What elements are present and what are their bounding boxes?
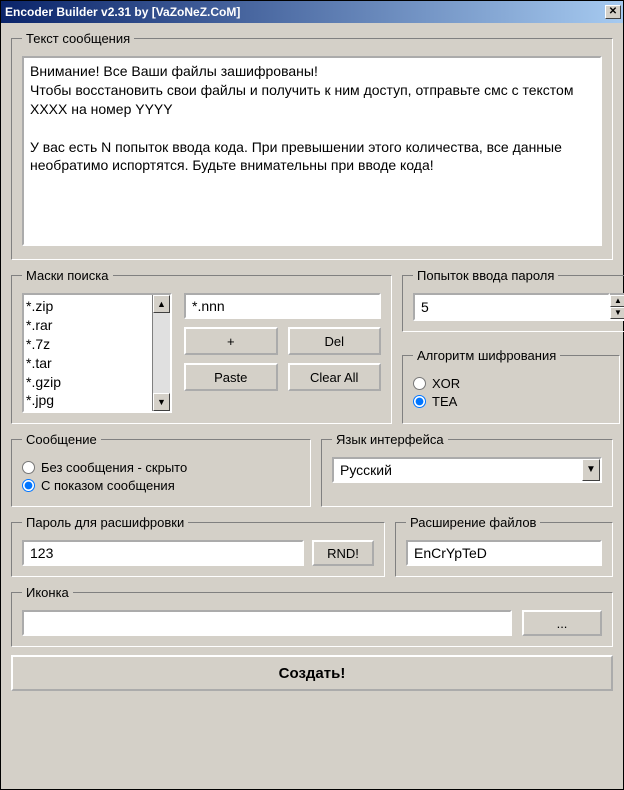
spin-down-icon[interactable]: ▼ [610, 307, 624, 319]
row-msgmode-lang: Сообщение Без сообщения - скрыто С показ… [11, 432, 613, 515]
window-title: Encoder Builder v2.31 by [VaZoNeZ.CoM] [5, 5, 240, 19]
list-item[interactable]: *.7z [26, 335, 150, 354]
extension-input[interactable] [406, 540, 602, 566]
spin-up-icon[interactable]: ▲ [610, 295, 624, 307]
chevron-down-icon[interactable]: ▼ [582, 459, 600, 481]
group-extension: Расширение файлов [395, 515, 613, 577]
group-message-text: Текст сообщения [11, 31, 613, 260]
radio-msg-shown[interactable]: С показом сообщения [22, 478, 300, 493]
row-masks-attempts: Маски поиска *.zip *.rar *.7z *.tar *.gz… [11, 268, 613, 432]
app-window: Encoder Builder v2.31 by [VaZoNeZ.CoM] ✕… [0, 0, 624, 790]
row-pass-ext: Пароль для расшифровки RND! Расширение ф… [11, 515, 613, 585]
group-password-legend: Пароль для расшифровки [22, 515, 188, 530]
rnd-button[interactable]: RND! [312, 540, 374, 566]
group-language: Язык интерфейса Русский ▼ [321, 432, 613, 507]
attempts-spin: ▲ ▼ [413, 293, 624, 321]
radio-tea-label: TEA [432, 394, 457, 409]
list-item[interactable]: *.zip [26, 297, 150, 316]
titlebar: Encoder Builder v2.31 by [VaZoNeZ.CoM] ✕ [1, 1, 623, 23]
group-icon: Иконка ... [11, 585, 613, 647]
list-item[interactable]: *.jpg [26, 391, 150, 410]
attempts-input[interactable] [413, 293, 610, 321]
paste-mask-button[interactable]: Paste [184, 363, 278, 391]
message-textarea[interactable] [22, 56, 602, 246]
group-message-mode-legend: Сообщение [22, 432, 101, 447]
group-masks-legend: Маски поиска [22, 268, 113, 283]
masks-listbox[interactable]: *.zip *.rar *.7z *.tar *.gzip *.jpg ▲ ▼ [22, 293, 172, 413]
mask-input[interactable] [184, 293, 381, 319]
radio-xor[interactable]: XOR [413, 376, 609, 391]
group-attempts: Попыток ввода пароля ▲ ▼ ? [402, 268, 624, 332]
group-attempts-legend: Попыток ввода пароля [413, 268, 558, 283]
radio-xor-label: XOR [432, 376, 460, 391]
group-message-text-legend: Текст сообщения [22, 31, 134, 46]
group-algorithm: Алгоритм шифрования XOR TEA [402, 348, 620, 424]
language-value: Русский [334, 459, 582, 481]
group-language-legend: Язык интерфейса [332, 432, 448, 447]
close-button[interactable]: ✕ [605, 5, 621, 19]
radio-msg-shown-input[interactable] [22, 479, 35, 492]
masks-list-items: *.zip *.rar *.7z *.tar *.gzip *.jpg [24, 295, 152, 411]
list-item[interactable]: *.rar [26, 316, 150, 335]
radio-msg-hidden[interactable]: Без сообщения - скрыто [22, 460, 300, 475]
browse-icon-button[interactable]: ... [522, 610, 602, 636]
create-button[interactable]: Создать! [11, 655, 613, 691]
add-mask-button[interactable]: + [184, 327, 278, 355]
icon-path-input[interactable] [22, 610, 512, 636]
client-area: Текст сообщения Маски поиска *.zip *.rar… [1, 23, 623, 701]
radio-tea-input[interactable] [413, 395, 426, 408]
language-select[interactable]: Русский ▼ [332, 457, 602, 483]
list-item[interactable]: *.gzip [26, 373, 150, 392]
clear-mask-button[interactable]: Clear All [288, 363, 382, 391]
group-password: Пароль для расшифровки RND! [11, 515, 385, 577]
mask-controls: + Del Paste Clear All [184, 293, 381, 413]
group-algorithm-legend: Алгоритм шифрования [413, 348, 560, 363]
scroll-up-icon[interactable]: ▲ [153, 295, 170, 313]
password-input[interactable] [22, 540, 304, 566]
col-attempts-algo: Попыток ввода пароля ▲ ▼ ? Алгорит [402, 268, 620, 432]
group-masks: Маски поиска *.zip *.rar *.7z *.tar *.gz… [11, 268, 392, 424]
scroll-down-icon[interactable]: ▼ [153, 393, 170, 411]
list-item[interactable]: *.tar [26, 354, 150, 373]
group-extension-legend: Расширение файлов [406, 515, 540, 530]
radio-xor-input[interactable] [413, 377, 426, 390]
group-icon-legend: Иконка [22, 585, 73, 600]
group-message-mode: Сообщение Без сообщения - скрыто С показ… [11, 432, 311, 507]
radio-msg-hidden-label: Без сообщения - скрыто [41, 460, 187, 475]
radio-tea[interactable]: TEA [413, 394, 609, 409]
del-mask-button[interactable]: Del [288, 327, 382, 355]
masks-scrollbar[interactable]: ▲ ▼ [152, 295, 170, 411]
radio-msg-hidden-input[interactable] [22, 461, 35, 474]
radio-msg-shown-label: С показом сообщения [41, 478, 175, 493]
